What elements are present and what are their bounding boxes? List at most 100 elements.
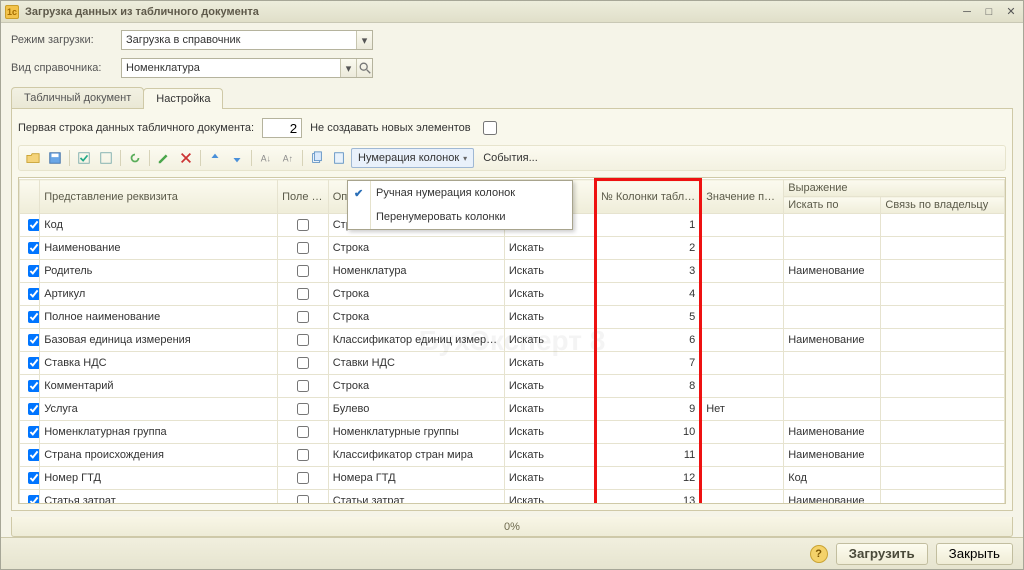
row-checkbox-cell[interactable]: [20, 214, 40, 237]
cell-mode[interactable]: Искать: [504, 490, 595, 505]
cell-link-owner[interactable]: [881, 375, 1005, 398]
ref-type-combo[interactable]: Номенклатура ▾: [121, 58, 373, 78]
row-checkbox-cell[interactable]: [20, 329, 40, 352]
row-checkbox[interactable]: [28, 403, 40, 415]
cell-type[interactable]: Номенклатурные группы: [328, 421, 504, 444]
row-checkbox-cell[interactable]: [20, 283, 40, 306]
column-numbering-dropdown[interactable]: Нумерация колонок ▾: [351, 148, 474, 168]
help-icon[interactable]: ?: [810, 545, 828, 563]
cell-type[interactable]: Номенклатура: [328, 260, 504, 283]
cell-representation[interactable]: Наименование: [40, 237, 278, 260]
cell-mode[interactable]: Искать: [504, 352, 595, 375]
tab-document[interactable]: Табличный документ: [11, 87, 144, 108]
col-search-by[interactable]: Искать по: [784, 197, 881, 214]
cell-column-number[interactable]: 10: [595, 421, 700, 444]
dropdown-icon[interactable]: ▾: [356, 31, 372, 49]
dropdown-icon[interactable]: ▾: [340, 59, 356, 77]
row-checkbox-cell[interactable]: [20, 375, 40, 398]
row-checkbox-cell[interactable]: [20, 260, 40, 283]
close-footer-button[interactable]: Закрыть: [936, 543, 1013, 565]
events-button[interactable]: События...: [476, 148, 545, 168]
cell-default[interactable]: [701, 329, 784, 352]
cell-default[interactable]: [701, 467, 784, 490]
table-row[interactable]: Номер ГТДНомера ГТДИскать12Код: [20, 467, 1005, 490]
cell-search-by[interactable]: [784, 283, 881, 306]
cell-representation[interactable]: Услуга: [40, 398, 278, 421]
cell-column-number[interactable]: 13: [595, 490, 700, 505]
cell-mode[interactable]: Искать: [504, 283, 595, 306]
row-checkbox[interactable]: [28, 242, 40, 254]
table-row[interactable]: РодительНоменклатураИскать3Наименование: [20, 260, 1005, 283]
cell-search-field[interactable]: [278, 214, 329, 237]
cell-column-number[interactable]: 1: [595, 214, 700, 237]
row-checkbox[interactable]: [28, 426, 40, 438]
cell-column-number[interactable]: 11: [595, 444, 700, 467]
row-checkbox-cell[interactable]: [20, 398, 40, 421]
cell-default[interactable]: [701, 444, 784, 467]
cell-representation[interactable]: Статья затрат: [40, 490, 278, 505]
cell-mode[interactable]: Искать: [504, 444, 595, 467]
cell-mode[interactable]: Искать: [504, 421, 595, 444]
cell-type[interactable]: Классификатор стран мира: [328, 444, 504, 467]
cell-representation[interactable]: Комментарий: [40, 375, 278, 398]
cell-mode[interactable]: Искать: [504, 237, 595, 260]
cell-search-by[interactable]: Наименование: [784, 444, 881, 467]
cell-representation[interactable]: Родитель: [40, 260, 278, 283]
row-checkbox-cell[interactable]: [20, 352, 40, 375]
cell-search-field[interactable]: [278, 237, 329, 260]
row-checkbox[interactable]: [28, 288, 40, 300]
uncheck-all-icon[interactable]: [96, 148, 116, 168]
maximize-button[interactable]: □: [981, 5, 997, 19]
cell-representation[interactable]: Базовая единица измерения: [40, 329, 278, 352]
table-row[interactable]: Комментарий СтрокаИскать8: [20, 375, 1005, 398]
tab-settings[interactable]: Настройка: [143, 88, 223, 109]
row-checkbox[interactable]: [28, 357, 40, 369]
row-checkbox[interactable]: [28, 219, 40, 231]
cell-column-number[interactable]: 5: [595, 306, 700, 329]
load-button[interactable]: Загрузить: [836, 543, 928, 565]
edit-icon[interactable]: [154, 148, 174, 168]
cell-type[interactable]: Ставки НДС: [328, 352, 504, 375]
cell-type[interactable]: Булево: [328, 398, 504, 421]
cell-type[interactable]: Строка: [328, 375, 504, 398]
cell-representation[interactable]: Полное наименование: [40, 306, 278, 329]
search-icon[interactable]: [356, 59, 372, 77]
cell-search-by[interactable]: [784, 306, 881, 329]
table-row[interactable]: Статья затратСтатьи затратИскать13Наимен…: [20, 490, 1005, 505]
search-field-checkbox[interactable]: [297, 311, 309, 323]
table-row[interactable]: Базовая единица измеренияКлассификатор е…: [20, 329, 1005, 352]
sort-desc-icon[interactable]: A↑: [278, 148, 298, 168]
search-field-checkbox[interactable]: [297, 449, 309, 461]
search-field-checkbox[interactable]: [297, 357, 309, 369]
cell-link-owner[interactable]: [881, 444, 1005, 467]
row-checkbox[interactable]: [28, 334, 40, 346]
cell-column-number[interactable]: 6: [595, 329, 700, 352]
cell-column-number[interactable]: 2: [595, 237, 700, 260]
table-row[interactable]: УслугаБулевоИскать9Нет: [20, 398, 1005, 421]
search-field-checkbox[interactable]: [297, 403, 309, 415]
cell-mode[interactable]: Искать: [504, 375, 595, 398]
cell-default[interactable]: [701, 352, 784, 375]
search-field-checkbox[interactable]: [297, 472, 309, 484]
menu-item-renumber[interactable]: Перенумеровать колонки: [348, 205, 572, 229]
table-row[interactable]: Ставка НДССтавки НДСИскать7: [20, 352, 1005, 375]
cell-mode[interactable]: Искать: [504, 260, 595, 283]
minimize-button[interactable]: ─: [959, 5, 975, 19]
cell-type[interactable]: Номера ГТД: [328, 467, 504, 490]
close-button[interactable]: ✕: [1003, 5, 1019, 19]
cell-representation[interactable]: Номенклатурная группа: [40, 421, 278, 444]
cell-column-number[interactable]: 8: [595, 375, 700, 398]
row-checkbox-cell[interactable]: [20, 490, 40, 505]
search-field-checkbox[interactable]: [297, 219, 309, 231]
cell-default[interactable]: [701, 237, 784, 260]
search-field-checkbox[interactable]: [297, 495, 309, 504]
cell-default[interactable]: [701, 260, 784, 283]
search-field-checkbox[interactable]: [297, 380, 309, 392]
row-checkbox-cell[interactable]: [20, 444, 40, 467]
search-field-checkbox[interactable]: [297, 288, 309, 300]
cell-representation[interactable]: Ставка НДС: [40, 352, 278, 375]
cell-search-by[interactable]: Наименование: [784, 421, 881, 444]
cell-column-number[interactable]: 12: [595, 467, 700, 490]
menu-item-manual-numbering[interactable]: ✔ Ручная нумерация колонок: [348, 181, 572, 205]
table-row[interactable]: Номенклатурная группа Номенклатурные груп…: [20, 421, 1005, 444]
